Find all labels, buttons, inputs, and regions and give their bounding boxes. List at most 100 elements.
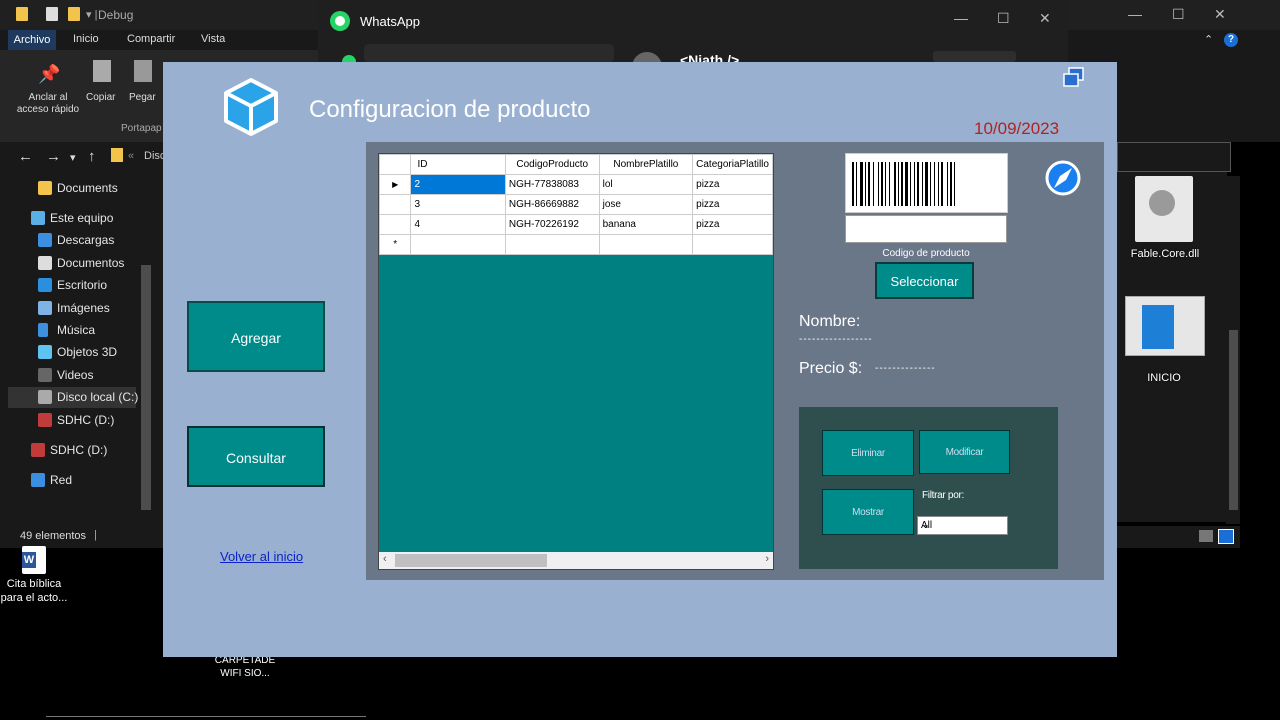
barcode-input[interactable] <box>845 215 1007 243</box>
row-header[interactable] <box>379 214 412 235</box>
folder-icon <box>16 7 28 21</box>
page-title: Configuracion de producto <box>309 96 591 123</box>
quick-access-dropdown-icon[interactable]: ▾ | <box>86 8 97 21</box>
collapse-ribbon-icon[interactable]: ⌃ <box>1204 33 1213 46</box>
row-header[interactable] <box>379 194 412 215</box>
taskbar-edge <box>46 716 366 720</box>
consultar-button[interactable]: Consultar <box>187 426 325 487</box>
desktop-folder-label[interactable]: CARPETADE WIFI SIO... <box>200 654 290 680</box>
desktop-doc-label[interactable]: Cita bíblica para el acto... <box>0 577 68 605</box>
help-icon[interactable]: ? <box>1224 33 1238 47</box>
address-bar[interactable]: « Disc <box>108 146 168 166</box>
filter-label: Filtrar por: <box>922 490 964 501</box>
mostrar-button[interactable]: Mostrar <box>822 489 914 535</box>
tab-archivo[interactable]: Archivo <box>8 30 56 50</box>
scroll-left-icon[interactable]: ‹ <box>383 553 387 565</box>
table-cell[interactable] <box>692 234 773 255</box>
chat-search-field[interactable] <box>364 44 614 62</box>
tab-compartir[interactable]: Compartir <box>127 33 175 45</box>
copy-button[interactable]: Copiar <box>86 92 115 104</box>
table-cell[interactable]: pizza <box>692 174 773 195</box>
file-list-scrollbar-thumb[interactable] <box>1229 330 1238 510</box>
form-file-thumbnail[interactable] <box>1125 296 1205 356</box>
restore-window-icon[interactable] <box>1062 66 1086 88</box>
new-row[interactable]: * <box>379 234 773 255</box>
maximize-icon[interactable]: ☐ <box>997 10 1010 27</box>
precio-value: -------------- <box>875 363 936 374</box>
whatsapp-logo-icon <box>330 11 350 31</box>
close-icon[interactable]: ✕ <box>1039 10 1051 27</box>
properties-icon[interactable] <box>46 7 58 21</box>
pin-icon[interactable]: 📌 <box>38 64 60 85</box>
tiles-view-icon[interactable] <box>1218 529 1234 544</box>
table-cell[interactable]: pizza <box>692 194 773 215</box>
table-cell[interactable]: NGH-86669882 <box>504 194 600 215</box>
table-cell[interactable] <box>410 234 506 255</box>
eliminar-button[interactable]: Eliminar <box>822 430 914 476</box>
table-row[interactable]: 3 NGH-86669882 jose pizza <box>379 194 773 215</box>
grid-header-row: ID CodigoProducto NombrePlatillo Categor… <box>379 154 773 175</box>
table-cell[interactable]: NGH-70226192 <box>504 214 600 235</box>
back-to-home-link[interactable]: Volver al inicio <box>220 549 303 564</box>
table-cell[interactable]: 4 <box>410 214 506 235</box>
agregar-button[interactable]: Agregar <box>187 301 325 372</box>
modificar-button[interactable]: Modificar <box>919 430 1010 474</box>
filter-select[interactable]: All ⌄ <box>917 516 1008 535</box>
precio-label: Precio $: <box>799 360 863 377</box>
dll-file-icon[interactable] <box>1135 176 1193 242</box>
word-doc-icon[interactable]: W <box>22 546 46 574</box>
tab-inicio[interactable]: Inicio <box>73 33 99 45</box>
up-arrow-icon[interactable]: ↑ <box>88 148 96 165</box>
grid-corner-cell[interactable] <box>379 154 412 175</box>
table-cell[interactable] <box>598 234 694 255</box>
pin-quick-access-button[interactable]: Anclar al acceso rápido <box>12 92 84 116</box>
paste-button[interactable]: Pegar <box>129 92 156 104</box>
minimize-icon[interactable]: — <box>954 10 968 26</box>
seleccionar-button[interactable]: Seleccionar <box>875 262 974 299</box>
table-cell[interactable] <box>504 234 600 255</box>
details-view-icon[interactable] <box>1199 530 1213 542</box>
table-row[interactable]: ▶ 2 NGH-77838083 lol pizza <box>379 174 773 195</box>
scroll-right-icon[interactable]: › <box>765 553 769 565</box>
search-input[interactable] <box>1117 142 1231 172</box>
table-cell[interactable]: pizza <box>692 214 773 235</box>
forward-arrow-icon[interactable]: → <box>46 148 61 165</box>
new-folder-icon[interactable] <box>68 7 80 21</box>
copy-icon[interactable] <box>93 60 111 82</box>
minimize-icon[interactable]: — <box>1128 6 1142 22</box>
nav-scrollbar-thumb[interactable] <box>141 265 151 510</box>
file-label-inicio[interactable]: INICIO <box>1122 371 1206 385</box>
table-cell[interactable]: banana <box>598 214 694 235</box>
call-button[interactable] <box>933 51 1016 62</box>
product-grid[interactable]: ID CodigoProducto NombrePlatillo Categor… <box>378 153 774 570</box>
nombre-value: ----------------- <box>799 334 873 345</box>
safari-compass-icon[interactable] <box>1045 160 1081 196</box>
pin-label-line1: Anclar al <box>28 92 68 103</box>
column-header-categoria[interactable]: CategoriaPlatillo <box>692 154 773 175</box>
file-label-fable[interactable]: Fable.Core.dll <box>1122 247 1208 261</box>
table-cell[interactable]: jose <box>598 194 694 215</box>
back-arrow-icon[interactable]: ← <box>18 148 33 165</box>
table-cell[interactable]: NGH-77838083 <box>504 174 600 195</box>
current-row-marker[interactable]: ▶ <box>379 174 412 195</box>
table-row[interactable]: 4 NGH-70226192 banana pizza <box>379 214 773 235</box>
whatsapp-title: WhatsApp <box>360 14 420 29</box>
column-header-codigo[interactable]: CodigoProducto <box>504 154 600 175</box>
recent-locations-icon[interactable]: ▾ <box>70 151 76 164</box>
current-date: 10/09/2023 <box>974 119 1060 138</box>
clipboard-group-label: Portapap <box>121 123 162 134</box>
column-header-nombre[interactable]: NombrePlatillo <box>598 154 694 175</box>
chevron-down-icon: ⌄ <box>921 519 931 531</box>
new-row-marker[interactable]: * <box>379 234 412 255</box>
grid-scrollbar-thumb[interactable] <box>395 554 547 567</box>
close-icon[interactable]: ✕ <box>1214 6 1226 23</box>
table-cell[interactable]: 3 <box>410 194 506 215</box>
paste-icon[interactable] <box>134 60 152 82</box>
tab-vista[interactable]: Vista <box>201 33 225 45</box>
table-cell[interactable]: lol <box>598 174 694 195</box>
maximize-icon[interactable]: ☐ <box>1172 6 1185 23</box>
column-header-id[interactable]: ID <box>410 154 506 175</box>
table-cell[interactable]: 2 <box>410 174 506 195</box>
pin-label-line2: acceso rápido <box>16 104 80 115</box>
cube-logo-icon <box>224 78 278 136</box>
